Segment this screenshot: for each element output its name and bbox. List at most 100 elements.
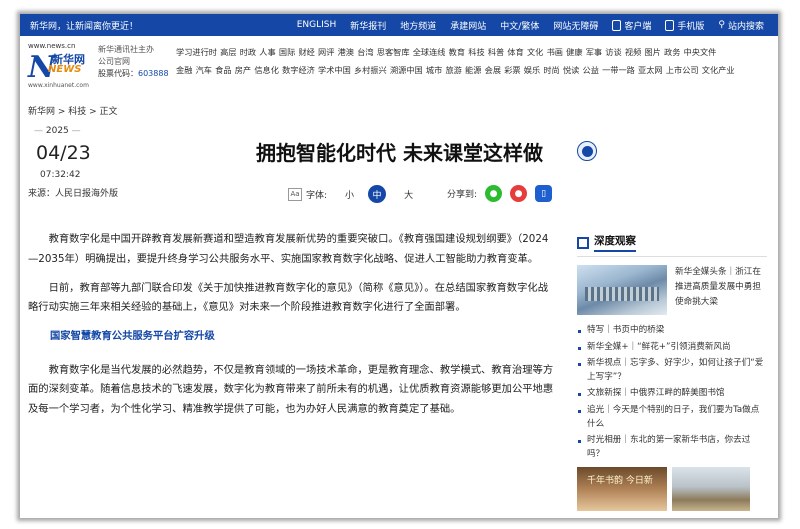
site-search-button[interactable]: ⚲ 站内搜索 — [718, 19, 764, 32]
sidebar-thumbnails: 千年书韵 今日新 — [577, 467, 767, 512]
channel-link[interactable]: 房产 — [235, 65, 251, 75]
top-nav: ENGLISH 新华报刊 地方频道 承建网站 中文/繁体 网站无障碍 客户端 手… — [297, 19, 778, 32]
channel-link[interactable]: 学术中国 — [318, 65, 351, 75]
channel-link[interactable]: 网评 — [318, 47, 334, 57]
featured-headline[interactable]: 新华全媒头条｜浙江在推进高质量发展中勇担使命挑大梁 — [667, 265, 767, 315]
channel-link[interactable]: 书画 — [547, 47, 563, 57]
channel-link[interactable]: 思客智库 — [377, 47, 410, 57]
channel-link[interactable]: 能源 — [465, 65, 481, 75]
channel-link[interactable]: 文化 — [527, 47, 543, 57]
channel-link[interactable]: 城市 — [426, 65, 442, 75]
publish-info: 2025 04/23 07:32:42 来源：人民日报海外版 — [28, 126, 128, 199]
channel-link[interactable]: 公益 — [583, 65, 599, 75]
channel-link[interactable]: 一带一路 — [602, 65, 635, 75]
list-item[interactable]: 特写｜书页中的桥梁 — [577, 324, 767, 338]
thumbnail-landscape[interactable] — [672, 467, 750, 512]
channel-link[interactable]: 访谈 — [605, 47, 621, 57]
article-body: 教育数字化是中国开辟教育发展新赛道和塑造教育发展新优势的重要突破口。《教育强国建… — [28, 230, 555, 429]
channel-link[interactable]: 人事 — [259, 47, 275, 57]
mobile-share-icon[interactable]: ▯ — [535, 185, 553, 202]
channel-link[interactable]: 文化产业 — [702, 65, 735, 75]
channel-link[interactable]: 悦读 — [563, 65, 579, 75]
square-icon — [577, 236, 589, 249]
channel-link[interactable]: 乡村振兴 — [354, 65, 387, 75]
list-item[interactable]: 追光｜今天是个特别的日子，我们要为Ta做点什么 — [577, 404, 767, 431]
channel-link[interactable]: 港澳 — [338, 47, 354, 57]
channel-link[interactable]: 娱乐 — [524, 65, 540, 75]
channel-link[interactable]: 中央文件 — [684, 47, 717, 57]
weibo-share-icon[interactable]: ● — [510, 185, 528, 202]
channel-link[interactable]: 科普 — [488, 47, 504, 57]
channel-link[interactable]: 彩票 — [504, 65, 520, 75]
list-item[interactable]: 新华全媒+｜“鲜花+”引领消费新风尚 — [577, 341, 767, 355]
site-logo[interactable]: www.news.cn N 新华网 NEWS www.xinhuanet.com — [26, 42, 98, 92]
channel-link[interactable]: 健康 — [566, 47, 582, 57]
channel-link[interactable]: 汽车 — [196, 65, 212, 75]
channel-link[interactable]: 全球连线 — [413, 47, 446, 57]
font-medium-button[interactable]: 中 — [368, 185, 387, 203]
publish-time: 07:32:42 — [40, 170, 81, 180]
channel-link[interactable]: 国际 — [279, 47, 295, 57]
channel-link[interactable]: 上市公司 — [666, 65, 699, 75]
breadcrumb[interactable]: 新华网 > 科技 > 正文 — [28, 104, 118, 117]
list-item[interactable]: 文旅新探｜中俄界江畔的醉美图书馆 — [577, 387, 767, 401]
client-button[interactable]: 客户端 — [612, 19, 651, 32]
sidebar-list: 特写｜书页中的桥梁 新华全媒+｜“鲜花+”引领消费新风尚 新华视点｜忘字多、好字… — [577, 324, 767, 461]
article-paragraph: 教育数字化是当代发展的必然趋势，不仅是教育领域的一场技术革命，更是教育理念、教学… — [28, 363, 554, 415]
channel-link[interactable]: 视频 — [625, 47, 641, 57]
list-item[interactable]: 新华视点｜忘字多、好字少，如何让孩子们“爱上写字”？ — [577, 357, 767, 384]
mobile-button[interactable]: 手机版 — [665, 19, 704, 32]
channel-link[interactable]: 体育 — [507, 47, 523, 57]
nav-newspapers[interactable]: 新华报刊 — [350, 19, 386, 32]
search-icon: ⚲ — [718, 20, 725, 30]
site-slogan: 新华网，让新闻离你更近！ — [30, 21, 139, 32]
channel-link[interactable]: 金融 — [176, 65, 192, 75]
channel-link[interactable]: 台湾 — [357, 47, 373, 57]
channel-link[interactable]: 图片 — [644, 47, 660, 57]
sidebar-heading: 深度观察 — [577, 233, 767, 257]
nav-english[interactable]: ENGLISH — [297, 20, 337, 30]
share-label: 分享到: — [447, 190, 478, 200]
featured-story[interactable]: 新华全媒头条｜浙江在推进高质量发展中勇担使命挑大梁 — [577, 265, 767, 315]
article-paragraph: 教育数字化是中国开辟教育发展新赛道和塑造教育发展新优势的重要突破口。《教育强国建… — [28, 233, 549, 265]
featured-image[interactable] — [577, 265, 667, 315]
channel-link[interactable]: 时尚 — [543, 65, 559, 75]
nav-local[interactable]: 地方频道 — [400, 19, 436, 32]
publish-date: 04/23 — [36, 142, 91, 164]
channel-link[interactable]: 科技 — [468, 47, 484, 57]
channel-link[interactable]: 信息化 — [254, 65, 279, 75]
article-title: 拥抱智能化时代 未来课堂这样做 — [256, 141, 543, 165]
channel-link[interactable]: 政务 — [664, 47, 680, 57]
publish-year: 2025 — [28, 126, 128, 136]
phone-icon — [612, 19, 622, 31]
channel-link[interactable]: 高层 — [220, 47, 236, 57]
top-bar: 新华网，让新闻离你更近！ ENGLISH 新华报刊 地方频道 承建网站 中文/繁… — [20, 14, 778, 36]
channel-link[interactable]: 时政 — [240, 47, 256, 57]
channel-row-2: 金融 汽车 食品 房产 信息化 数字经济 学术中国 乡村振兴 溯源中国 城市 旅游 能源 会展 彩票 娱乐时… — [176, 61, 778, 79]
audio-play-icon[interactable] — [577, 141, 597, 161]
thumbnail-bookstore[interactable]: 千年书韵 今日新 — [577, 467, 667, 512]
channel-row-1: 学习进行时 高层 时政 人事 国际 财经 网评 港澳 台湾 思客智库 全球连线 教育 科技 科普 体育 文化书… — [176, 43, 778, 61]
channel-link[interactable]: 食品 — [215, 65, 231, 75]
channel-link[interactable]: 亚太网 — [638, 65, 663, 75]
channel-link[interactable]: 数字经济 — [282, 65, 315, 75]
channel-link[interactable]: 学习进行时 — [176, 47, 217, 57]
nav-hosted-sites[interactable]: 承建网站 — [450, 19, 486, 32]
channel-link[interactable]: 教育 — [449, 47, 465, 57]
channel-link[interactable]: 财经 — [298, 47, 314, 57]
font-icon: Aa — [288, 187, 302, 201]
channel-link[interactable]: 旅游 — [445, 65, 461, 75]
channel-link[interactable]: 会展 — [485, 65, 501, 75]
wechat-share-icon[interactable]: ● — [485, 185, 503, 202]
share-bar: 分享到: ● ● ▯ — [447, 185, 553, 202]
stock-code: 603888 — [138, 69, 169, 78]
nav-traditional[interactable]: 中文/繁体 — [500, 19, 539, 32]
font-large-button[interactable]: 大 — [404, 188, 413, 201]
list-item[interactable]: 时光相册｜东北的第一家新华书店，你去过吗？ — [577, 434, 767, 461]
channel-link[interactable]: 溯源中国 — [390, 65, 423, 75]
nav-accessibility[interactable]: 网站无障碍 — [553, 19, 598, 32]
font-small-button[interactable]: 小 — [345, 188, 354, 201]
article-subheading: 国家智慧教育公共服务平台扩容升级 — [50, 330, 215, 342]
sidebar-deep-observation: 深度观察 新华全媒头条｜浙江在推进高质量发展中勇担使命挑大梁 特写｜书页中的桥梁… — [577, 233, 767, 512]
channel-link[interactable]: 军事 — [586, 47, 602, 57]
